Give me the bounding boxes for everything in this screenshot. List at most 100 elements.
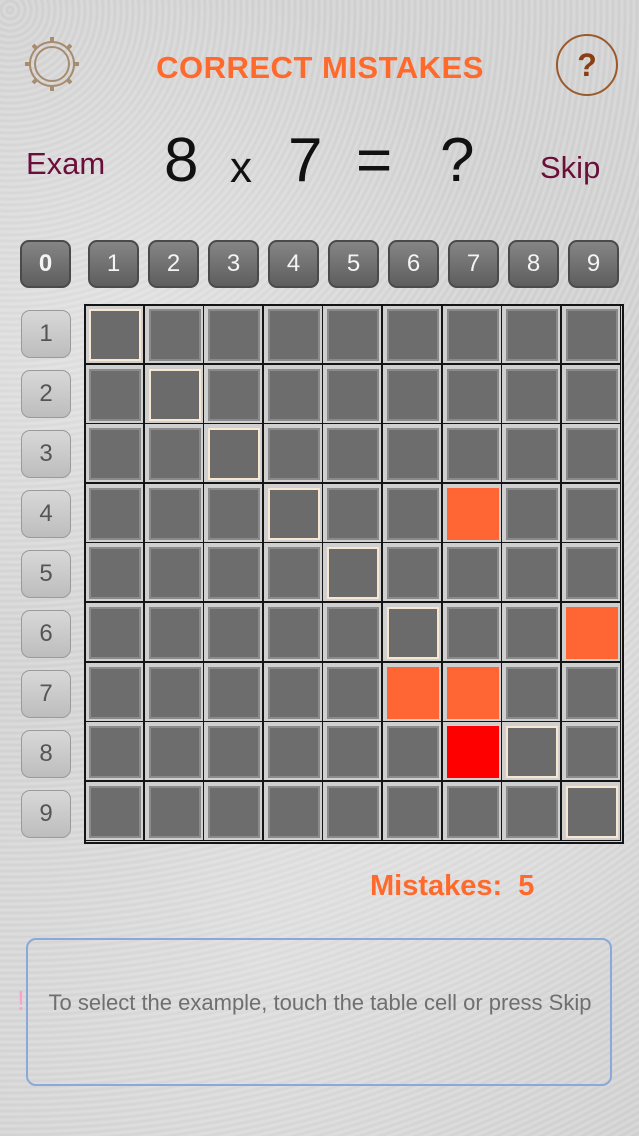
grid-cell-2-4[interactable] [262,363,323,424]
grid-cell-2-5[interactable] [322,363,383,424]
grid-cell-6-6[interactable] [382,602,442,662]
grid-cell-9-8[interactable] [501,780,562,841]
grid-cell-2-3[interactable] [203,363,264,424]
grid-cell-5-4[interactable] [262,542,323,603]
grid-cell-3-5[interactable] [322,423,383,484]
grid-cell-9-9[interactable] [560,780,621,841]
grid-cell-3-9[interactable] [560,423,621,484]
row-button-7[interactable]: 7 [21,670,71,718]
grid-cell-8-5[interactable] [322,721,383,782]
grid-cell-4-7[interactable] [441,482,502,543]
grid-cell-3-1[interactable] [84,423,144,484]
grid-cell-5-7[interactable] [441,542,502,603]
grid-cell-8-4[interactable] [262,721,323,782]
row-button-2[interactable]: 2 [21,370,71,418]
skip-button[interactable]: Skip [540,150,600,186]
grid-cell-6-4[interactable] [262,602,323,662]
row-button-5[interactable]: 5 [21,550,71,598]
grid-cell-2-9[interactable] [560,363,621,424]
grid-cell-9-1[interactable] [84,780,144,841]
grid-cell-2-8[interactable] [501,363,562,424]
grid-cell-8-9[interactable] [560,721,621,782]
grid-cell-9-2[interactable] [143,780,204,841]
grid-cell-5-5[interactable] [322,542,383,603]
grid-cell-6-8[interactable] [501,602,562,662]
grid-cell-9-6[interactable] [382,780,442,841]
column-button-6[interactable]: 6 [388,240,439,288]
grid-cell-8-6[interactable] [382,721,442,782]
column-button-0[interactable]: 0 [20,240,71,288]
grid-cell-6-1[interactable] [84,602,144,662]
grid-cell-6-9[interactable] [560,602,621,662]
row-button-9[interactable]: 9 [21,790,71,838]
column-button-9[interactable]: 9 [568,240,619,288]
grid-cell-3-6[interactable] [382,423,442,484]
grid-cell-4-9[interactable] [560,482,621,543]
column-button-4[interactable]: 4 [268,240,319,288]
grid-cell-5-6[interactable] [382,542,442,603]
column-button-2[interactable]: 2 [148,240,199,288]
grid-cell-2-2[interactable] [143,363,204,424]
grid-cell-7-5[interactable] [322,661,383,722]
grid-cell-4-5[interactable] [322,482,383,543]
row-button-3[interactable]: 3 [21,430,71,478]
grid-cell-7-8[interactable] [501,661,562,722]
help-button[interactable]: ? [556,34,618,96]
column-button-7[interactable]: 7 [448,240,499,288]
grid-cell-1-8[interactable] [501,304,562,364]
grid-cell-4-6[interactable] [382,482,442,543]
row-button-8[interactable]: 8 [21,730,71,778]
grid-cell-2-6[interactable] [382,363,442,424]
grid-cell-1-5[interactable] [322,304,383,364]
row-button-6[interactable]: 6 [21,610,71,658]
column-button-5[interactable]: 5 [328,240,379,288]
grid-cell-5-9[interactable] [560,542,621,603]
exam-button[interactable]: Exam [26,146,105,182]
grid-cell-1-3[interactable] [203,304,264,364]
grid-cell-4-4[interactable] [262,482,323,543]
column-button-8[interactable]: 8 [508,240,559,288]
grid-cell-6-2[interactable] [143,602,204,662]
grid-cell-3-2[interactable] [143,423,204,484]
grid-cell-7-6[interactable] [382,661,442,722]
grid-cell-2-1[interactable] [84,363,144,424]
grid-cell-3-4[interactable] [262,423,323,484]
grid-cell-1-1[interactable] [84,304,144,364]
grid-cell-4-3[interactable] [203,482,264,543]
grid-cell-8-7[interactable] [441,721,502,782]
grid-cell-3-7[interactable] [441,423,502,484]
grid-cell-4-2[interactable] [143,482,204,543]
grid-cell-1-9[interactable] [560,304,621,364]
grid-cell-8-2[interactable] [143,721,204,782]
grid-cell-1-7[interactable] [441,304,502,364]
row-button-4[interactable]: 4 [21,490,71,538]
grid-cell-1-4[interactable] [262,304,323,364]
grid-cell-4-8[interactable] [501,482,562,543]
grid-cell-6-7[interactable] [441,602,502,662]
grid-cell-1-2[interactable] [143,304,204,364]
grid-cell-6-5[interactable] [322,602,383,662]
grid-cell-6-3[interactable] [203,602,264,662]
grid-cell-3-8[interactable] [501,423,562,484]
column-button-1[interactable]: 1 [88,240,139,288]
grid-cell-9-4[interactable] [262,780,323,841]
grid-cell-5-2[interactable] [143,542,204,603]
grid-cell-4-1[interactable] [84,482,144,543]
grid-cell-5-3[interactable] [203,542,264,603]
grid-cell-7-7[interactable] [441,661,502,722]
grid-cell-3-3[interactable] [203,423,264,484]
grid-cell-7-3[interactable] [203,661,264,722]
grid-cell-7-1[interactable] [84,661,144,722]
grid-cell-7-4[interactable] [262,661,323,722]
column-button-3[interactable]: 3 [208,240,259,288]
grid-cell-9-5[interactable] [322,780,383,841]
grid-cell-8-3[interactable] [203,721,264,782]
grid-cell-7-2[interactable] [143,661,204,722]
grid-cell-8-1[interactable] [84,721,144,782]
grid-cell-7-9[interactable] [560,661,621,722]
grid-cell-5-1[interactable] [84,542,144,603]
grid-cell-8-8[interactable] [501,721,562,782]
grid-cell-1-6[interactable] [382,304,442,364]
grid-cell-5-8[interactable] [501,542,562,603]
settings-button[interactable] [22,34,82,94]
